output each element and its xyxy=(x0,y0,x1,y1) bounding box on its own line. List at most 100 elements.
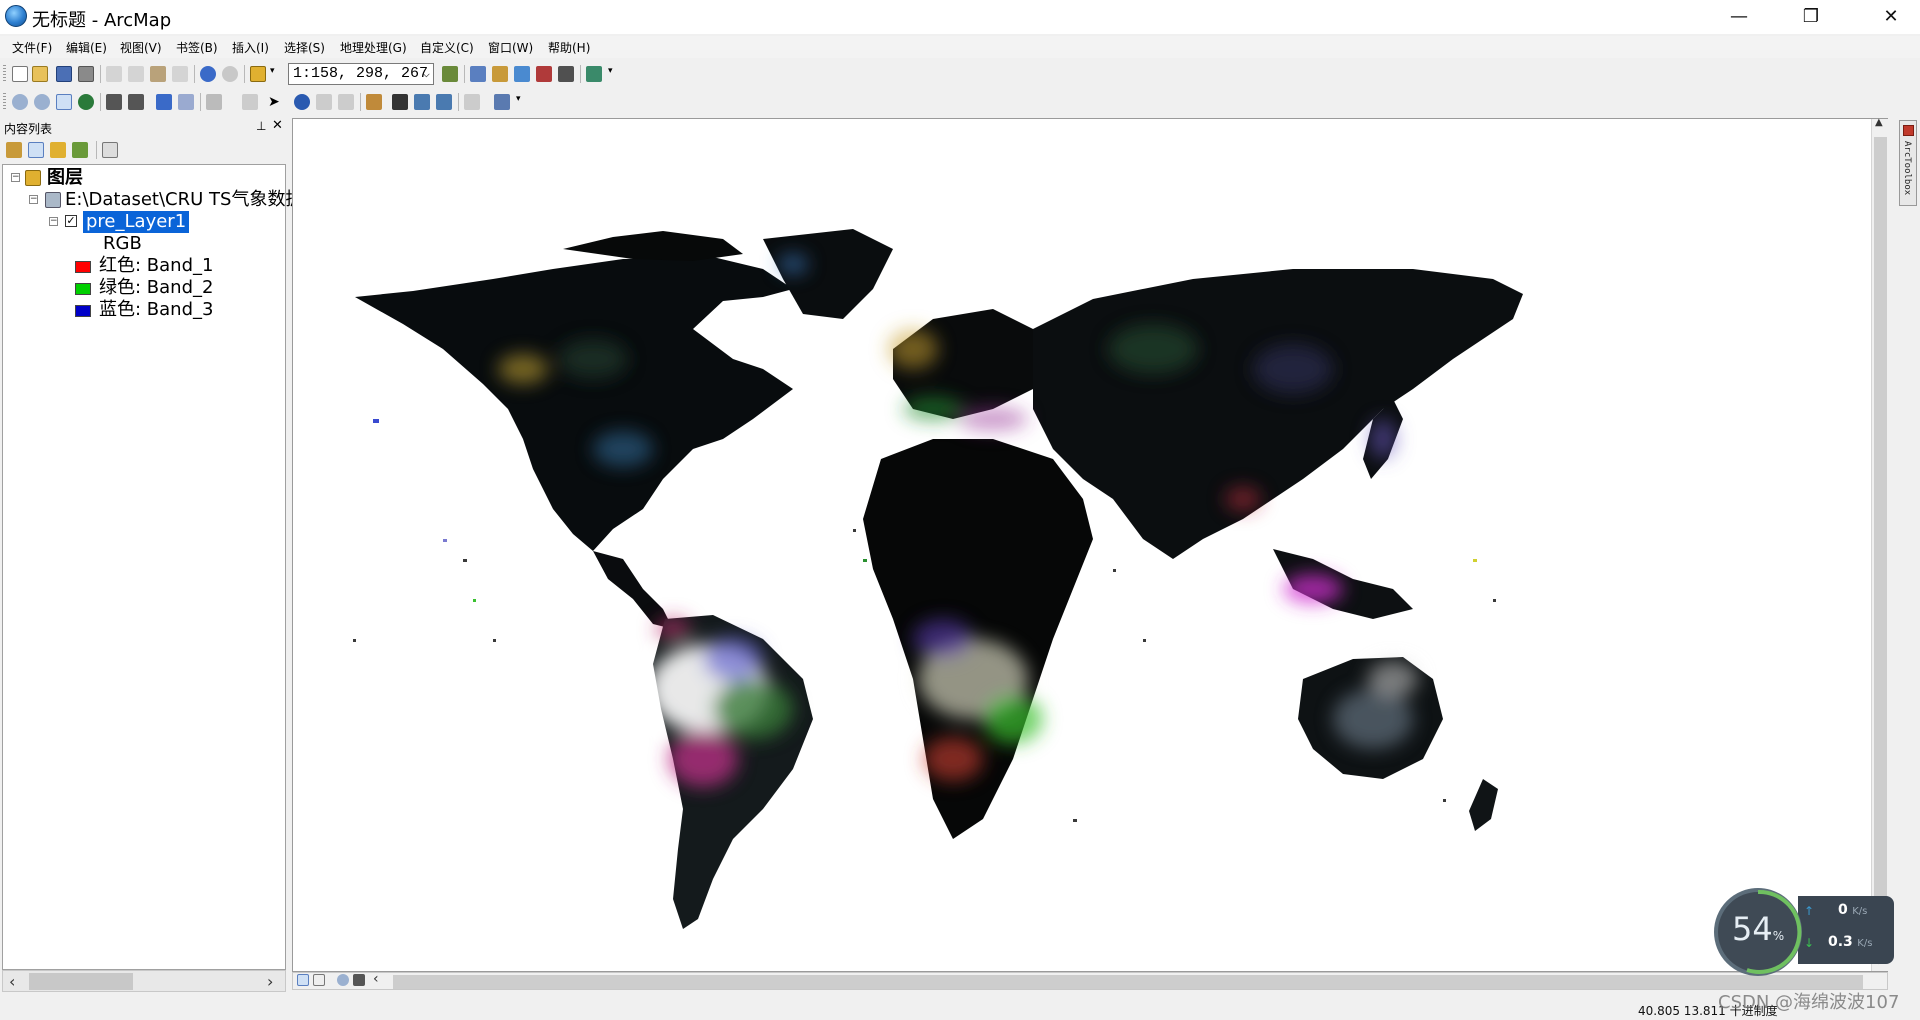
delete-icon[interactable] xyxy=(172,66,188,82)
pause-drawing-icon[interactable] xyxy=(353,974,365,986)
band-red-swatch[interactable] xyxy=(75,261,91,273)
find-route-icon[interactable] xyxy=(414,94,430,110)
band-blue-swatch[interactable] xyxy=(75,305,91,317)
map-horizontal-scrollbar[interactable]: ‹ xyxy=(292,971,1888,990)
open-folder-icon[interactable] xyxy=(32,66,48,82)
layout-view-icon[interactable] xyxy=(313,974,325,986)
add-data-icon[interactable] xyxy=(250,66,266,82)
collapse-icon[interactable]: − xyxy=(11,173,20,182)
menu-edit[interactable]: 编辑(E) xyxy=(66,39,107,56)
menu-insert[interactable]: 插入(I) xyxy=(232,39,269,56)
measure-icon[interactable] xyxy=(366,94,382,110)
scroll-thumb[interactable] xyxy=(393,975,1863,989)
toc-horizontal-scrollbar[interactable]: ‹ › xyxy=(2,970,286,992)
map-vertical-scrollbar[interactable]: ▲ ▼ xyxy=(1871,117,1888,971)
toc-root-layers[interactable]: 图层 xyxy=(47,167,83,189)
create-viewer-window-icon[interactable] xyxy=(494,94,510,110)
data-view-icon[interactable] xyxy=(297,974,309,986)
back-extent-icon[interactable] xyxy=(156,94,172,110)
scroll-right-icon[interactable]: › xyxy=(267,972,273,991)
menu-help[interactable]: 帮助(H) xyxy=(548,39,590,56)
layers-icon xyxy=(25,170,41,186)
chevron-down-icon[interactable]: ⌵ xyxy=(423,64,430,84)
menu-customize[interactable]: 自定义(C) xyxy=(420,39,474,56)
python-window-icon[interactable] xyxy=(558,66,574,82)
find-binoculars-icon[interactable] xyxy=(392,94,408,110)
scroll-left-icon[interactable]: ‹ xyxy=(9,972,15,991)
zoom-out-icon[interactable] xyxy=(34,94,50,110)
undo-icon[interactable] xyxy=(200,66,216,82)
clear-selection-icon[interactable] xyxy=(242,94,258,110)
scroll-thumb[interactable] xyxy=(29,973,133,990)
table-of-contents-icon[interactable] xyxy=(470,66,486,82)
collapse-icon[interactable]: − xyxy=(49,217,58,226)
menu-view[interactable]: 视图(V) xyxy=(120,39,162,56)
layer-visibility-checkbox[interactable]: ✓ xyxy=(65,215,77,227)
menu-bookmarks[interactable]: 书签(B) xyxy=(176,39,218,56)
minimize-button[interactable]: — xyxy=(1710,0,1768,34)
menu-file[interactable]: 文件(F) xyxy=(12,39,52,56)
toolbar-options-icon[interactable]: ▾ xyxy=(516,94,526,110)
refresh-view-icon[interactable] xyxy=(337,974,349,986)
search-window-icon[interactable] xyxy=(514,66,530,82)
new-document-icon[interactable] xyxy=(12,66,28,82)
map-display[interactable]: ▲ ▼ xyxy=(292,117,1888,972)
list-by-visibility-icon[interactable] xyxy=(50,142,66,158)
toolbar-separator xyxy=(360,93,361,111)
toc-close-button[interactable]: ✕ xyxy=(272,118,283,133)
editor-toolbar-icon[interactable] xyxy=(442,66,458,82)
arctoolbox-icon[interactable] xyxy=(536,66,552,82)
html-popup-icon[interactable] xyxy=(338,94,354,110)
hyperlink-icon[interactable] xyxy=(316,94,332,110)
paste-icon[interactable] xyxy=(150,66,166,82)
select-features-icon[interactable] xyxy=(206,94,222,110)
print-icon[interactable] xyxy=(78,66,94,82)
forward-extent-icon[interactable] xyxy=(178,94,194,110)
menu-selection[interactable]: 选择(S) xyxy=(284,39,325,56)
catalog-icon[interactable] xyxy=(492,66,508,82)
scroll-left-icon[interactable]: ‹ xyxy=(373,971,379,987)
fixed-zoom-out-icon[interactable] xyxy=(128,94,144,110)
zoom-in-icon[interactable] xyxy=(12,94,28,110)
restore-button[interactable]: ❐ xyxy=(1782,0,1840,34)
pan-hand-icon[interactable] xyxy=(56,94,72,110)
toc-dataset-path[interactable]: E:\Dataset\CRU TS气象数据 xyxy=(65,189,303,211)
model-builder-icon[interactable] xyxy=(586,66,602,82)
menu-geoprocessing[interactable]: 地理处理(G) xyxy=(340,39,407,56)
landmass-central-america xyxy=(593,551,673,629)
collapse-icon[interactable]: − xyxy=(29,195,38,204)
save-icon[interactable] xyxy=(56,66,72,82)
select-elements-arrow-icon[interactable]: ➤ xyxy=(268,94,284,110)
menu-windows[interactable]: 窗口(W) xyxy=(488,39,533,56)
fixed-zoom-in-icon[interactable] xyxy=(106,94,122,110)
network-speed-widget[interactable]: ↑ 0 K/s ↓ 0.3 K/s 54% xyxy=(1714,888,1894,976)
toolbar-separator xyxy=(100,93,101,111)
toolbar-grip[interactable] xyxy=(3,93,6,111)
full-extent-globe-icon[interactable] xyxy=(78,94,94,110)
landmass-asia xyxy=(1033,269,1523,559)
cut-icon[interactable] xyxy=(106,66,122,82)
toolbar-grip[interactable] xyxy=(3,65,6,83)
add-data-dropdown-icon[interactable]: ▾ xyxy=(270,66,280,82)
scroll-up-icon[interactable]: ▲ xyxy=(1875,117,1883,128)
redo-icon[interactable] xyxy=(222,66,238,82)
identify-icon[interactable] xyxy=(294,94,310,110)
time-slider-icon[interactable] xyxy=(464,94,480,110)
raster-world-map[interactable] xyxy=(293,119,1871,971)
scroll-thumb[interactable] xyxy=(1874,137,1887,949)
toc-layer-pre-layer1[interactable]: pre_Layer1 xyxy=(83,211,190,233)
map-scale-combo[interactable]: 1:158, 298, 267 ⌵ xyxy=(288,63,434,85)
toolbar-options-icon[interactable]: ▾ xyxy=(608,66,618,82)
pin-icon[interactable]: ⊥ xyxy=(256,119,266,133)
go-to-xy-icon[interactable] xyxy=(436,94,452,110)
toolbar-separator xyxy=(194,65,195,83)
copy-icon[interactable] xyxy=(128,66,144,82)
landmass-greenland xyxy=(763,229,893,319)
band-green-swatch[interactable] xyxy=(75,283,91,295)
list-by-source-icon[interactable] xyxy=(28,142,44,158)
close-button[interactable]: ✕ xyxy=(1862,0,1920,34)
list-by-drawing-order-icon[interactable] xyxy=(6,142,22,158)
arctoolbox-side-tab[interactable]: ArcToolbox xyxy=(1899,120,1917,206)
toc-options-icon[interactable] xyxy=(102,142,118,158)
list-by-selection-icon[interactable] xyxy=(72,142,88,158)
